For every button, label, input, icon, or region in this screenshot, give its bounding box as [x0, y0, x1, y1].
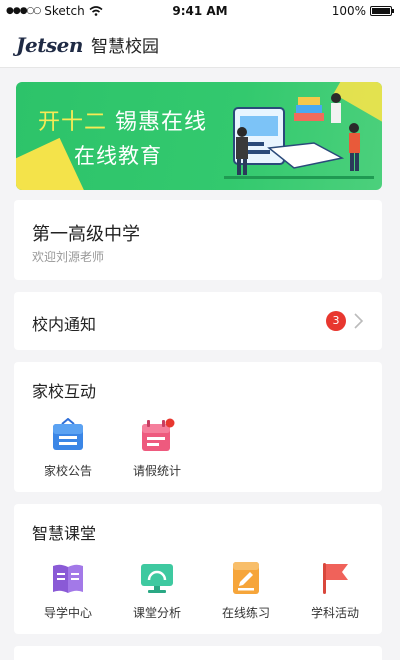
school-name: 第一高级中学: [32, 224, 140, 245]
study-guide-button[interactable]: 导学中心: [28, 560, 108, 621]
smart-classroom-section: 智慧课堂 导学中心 课堂分析 在线练习 学科活动: [14, 504, 382, 634]
announcement-icon: [53, 418, 83, 450]
flag-icon: [323, 563, 348, 594]
online-practice-button[interactable]: 在线练习: [206, 560, 286, 621]
subject-activity-button[interactable]: 学科活动: [295, 560, 375, 621]
book-icon: [53, 564, 83, 593]
banner-highlight: 开十二: [38, 110, 108, 135]
calendar-icon: [142, 418, 175, 451]
monitor-icon: [141, 564, 173, 593]
grid-item-label: 在线练习: [221, 606, 270, 620]
notice-count-badge: 3: [326, 311, 346, 331]
grid-item-label: 课堂分析: [132, 606, 181, 620]
banner-headline: 开十二 锡惠在线: [38, 104, 207, 136]
exercise-icon: [233, 562, 259, 594]
banner-illustration: [224, 93, 374, 179]
grid-item-label: 请假统计: [132, 464, 181, 478]
next-section-card: [14, 646, 382, 660]
grid-item-label: 学科活动: [310, 606, 359, 620]
section-title: 智慧课堂: [32, 524, 97, 543]
grid-item-label: 导学中心: [43, 606, 92, 620]
notice-label: 校内通知: [32, 315, 97, 334]
status-bar: ●●●○○ Sketch 9:41 AM 100%: [0, 0, 400, 22]
battery-percent: 100%: [331, 4, 366, 18]
class-analysis-button[interactable]: 课堂分析: [117, 560, 197, 621]
app-header: Jetsen 智慧校园: [0, 22, 400, 68]
chevron-right-icon: [354, 313, 364, 329]
page-title: 智慧校园: [90, 37, 159, 57]
home-school-announcement-button[interactable]: 家校公告: [28, 418, 108, 479]
leave-statistics-button[interactable]: 请假统计: [117, 418, 197, 479]
jetsen-logo: Jetsen: [16, 32, 83, 57]
banner-headline-rest: 锡惠在线: [107, 110, 208, 135]
battery-icon: [370, 6, 394, 16]
home-school-section: 家校互动 家校公告 请假统计: [14, 362, 382, 492]
notice-row[interactable]: 校内通知 3: [14, 292, 382, 350]
grid-item-label: 家校公告: [43, 464, 92, 478]
promo-banner[interactable]: 开十二 锡惠在线 在线教育: [16, 82, 382, 190]
banner-subline: 在线教育: [74, 144, 162, 168]
school-card[interactable]: 第一高级中学 欢迎刘源老师: [14, 200, 382, 280]
section-title: 家校互动: [32, 382, 97, 401]
welcome-text: 欢迎刘源老师: [32, 250, 105, 264]
